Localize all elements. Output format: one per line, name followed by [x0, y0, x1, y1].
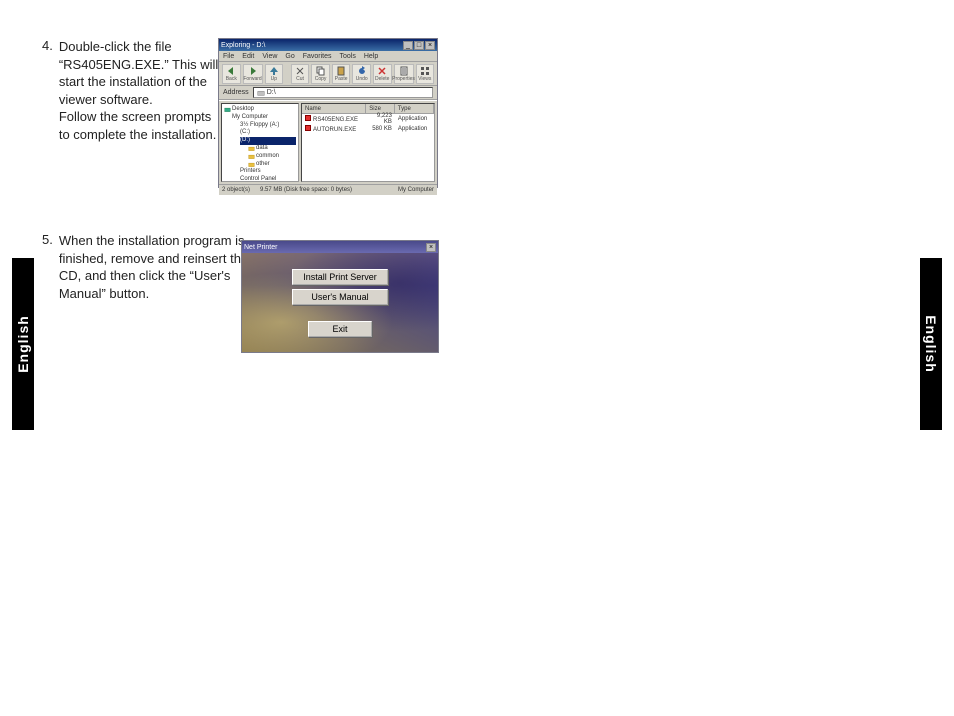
menu-edit[interactable]: Edit: [242, 53, 254, 60]
tree-item: 3½ Floppy (A:): [240, 122, 296, 130]
tree-root: Desktop: [224, 106, 296, 114]
tree-item: Printers: [240, 168, 296, 176]
step-5-text: When the installation program is finishe…: [59, 232, 249, 302]
toolbar-properties[interactable]: Properties: [394, 64, 414, 84]
tree-item-selected: (D:): [240, 137, 296, 145]
address-label: Address: [223, 89, 249, 96]
close-button[interactable]: ×: [426, 243, 436, 252]
step-4-number: 4.: [42, 38, 53, 143]
toolbar-views[interactable]: Views: [416, 64, 435, 84]
col-type: Type: [395, 104, 434, 113]
file-row[interactable]: RS405ENG.EXE 9,223 KB Application: [302, 114, 434, 124]
installer-window: Net Printer × Install Print Server User'…: [241, 240, 439, 353]
menu-view[interactable]: View: [262, 53, 277, 60]
file-list: Name Size Type RS405ENG.EXE 9,223 KB App…: [301, 103, 435, 182]
status-location: My Computer: [398, 187, 434, 193]
installer-title: Net Printer: [244, 244, 277, 251]
maximize-button[interactable]: □: [414, 41, 424, 50]
tree-item: Control Panel: [240, 176, 296, 182]
explorer-addressbar: Address D:\: [219, 86, 437, 100]
toolbar-copy[interactable]: Copy: [311, 64, 330, 84]
explorer-title: Exploring - D:\: [221, 42, 265, 49]
explorer-titlebar[interactable]: Exploring - D:\ _ □ ×: [219, 39, 437, 51]
users-manual-button[interactable]: User's Manual: [292, 289, 388, 305]
tree-item: other: [248, 161, 296, 169]
status-size: 9.57 MB (Disk free space: 0 bytes): [260, 187, 352, 193]
exe-icon: [305, 125, 311, 131]
toolbar-cut[interactable]: Cut: [291, 64, 310, 84]
col-size: Size: [366, 104, 394, 113]
col-name: Name: [302, 104, 366, 113]
toolbar-back[interactable]: Back: [222, 64, 241, 84]
menu-tools[interactable]: Tools: [340, 53, 356, 60]
menu-favorites[interactable]: Favorites: [303, 53, 332, 60]
tree-item: common: [248, 153, 296, 161]
tree-item: (C:): [240, 129, 296, 137]
language-tab-left-label: English: [15, 315, 31, 373]
install-print-server-button[interactable]: Install Print Server: [292, 269, 388, 285]
language-tab-left: English: [12, 258, 34, 430]
explorer-toolbar: Back Forward Up Cut Copy Paste Undo Dele…: [219, 62, 437, 86]
toolbar-paste[interactable]: Paste: [332, 64, 351, 84]
toolbar-up[interactable]: Up: [265, 64, 284, 84]
explorer-statusbar: 2 object(s) 9.57 MB (Disk free space: 0 …: [219, 184, 437, 195]
minimize-button[interactable]: _: [403, 41, 413, 50]
step-5-number: 5.: [42, 232, 53, 302]
close-button[interactable]: ×: [425, 41, 435, 50]
file-row[interactable]: AUTORUN.EXE 580 KB Application: [302, 124, 434, 134]
toolbar-delete[interactable]: Delete: [373, 64, 392, 84]
language-tab-right: English: [920, 258, 942, 430]
toolbar-forward[interactable]: Forward: [243, 64, 263, 84]
address-field[interactable]: D:\: [253, 87, 433, 98]
address-value: D:\: [267, 89, 276, 96]
status-object-count: 2 object(s): [222, 187, 250, 193]
toolbar-undo[interactable]: Undo: [352, 64, 371, 84]
menu-go[interactable]: Go: [285, 53, 294, 60]
explorer-menubar: File Edit View Go Favorites Tools Help: [219, 51, 437, 62]
language-tab-right-label: English: [923, 315, 939, 373]
exe-icon: [305, 115, 311, 121]
installer-titlebar[interactable]: Net Printer ×: [242, 241, 438, 253]
step-4-text: Double-click the file “RS405ENG.EXE.” Th…: [59, 38, 219, 143]
folder-tree[interactable]: Desktop My Computer 3½ Floppy (A:) (C:) …: [221, 103, 299, 182]
exit-button[interactable]: Exit: [308, 321, 372, 337]
explorer-window: Exploring - D:\ _ □ × File Edit View Go …: [218, 38, 438, 188]
menu-help[interactable]: Help: [364, 53, 378, 60]
tree-item: data: [248, 145, 296, 153]
menu-file[interactable]: File: [223, 53, 234, 60]
tree-item: My Computer: [232, 114, 296, 122]
